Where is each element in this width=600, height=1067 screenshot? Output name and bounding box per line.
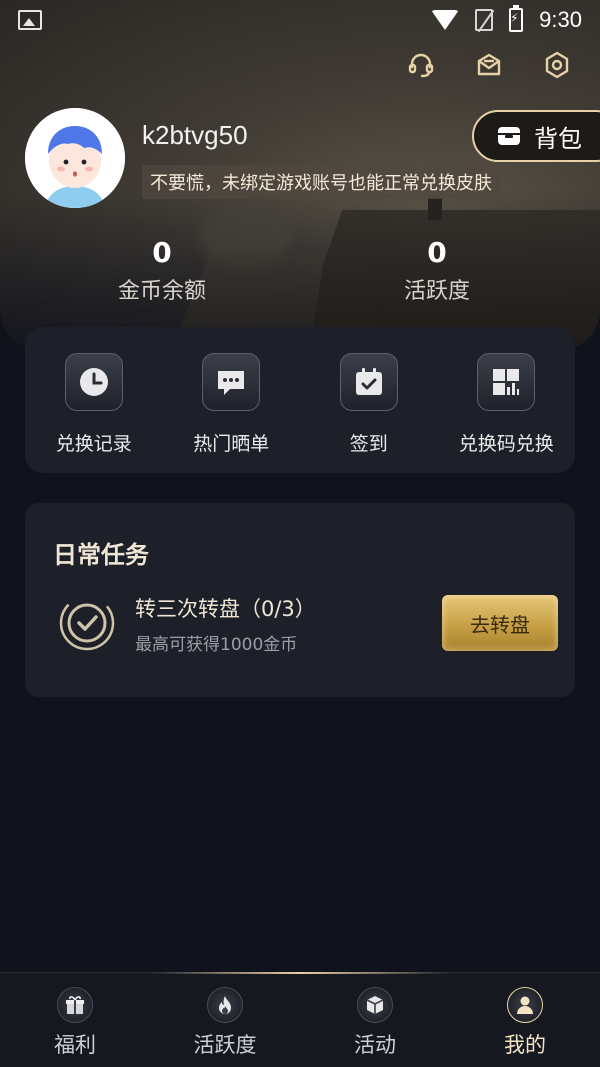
activity-stat[interactable]: 0 活跃度 [367, 236, 507, 305]
cube-icon [357, 987, 393, 1023]
backpack-icon [498, 127, 520, 145]
shortcut-label: 兑换码兑换 [458, 433, 554, 455]
shortcut-hot-showcase[interactable]: 热门晒单 [171, 353, 291, 473]
nav-activity-score[interactable]: 活跃度 [150, 973, 300, 1067]
customer-service-icon[interactable] [406, 50, 436, 80]
shortcut-check-in[interactable]: 签到 [309, 353, 429, 473]
image-notification-icon [18, 10, 42, 30]
daily-task-card: 日常任务 转三次转盘（0/3） 最高可获得1000金币 去转盘 [25, 503, 575, 697]
gift-icon [57, 987, 93, 1023]
coin-balance-label: 金币余额 [117, 279, 206, 304]
shortcut-label: 热门晒单 [193, 433, 270, 455]
settings-icon[interactable] [542, 50, 572, 80]
avatar-character-icon [25, 108, 125, 208]
username: k2btvg50 [142, 120, 248, 150]
nav-label: 我的 [504, 1033, 546, 1057]
backpack-label: 背包 [534, 124, 582, 153]
go-to-wheel-button[interactable]: 去转盘 [442, 595, 558, 651]
backpack-button[interactable]: 背包 [472, 110, 600, 162]
shortcut-redeem-code[interactable]: 兑换码兑换 [446, 353, 566, 473]
avatar[interactable] [25, 108, 125, 208]
nav-events[interactable]: 活动 [300, 973, 450, 1067]
clock-time: 9:30 [539, 7, 582, 32]
task-check-icon [55, 591, 119, 655]
task-reward: 最高可获得1000金币 [135, 635, 298, 655]
daily-task-title: 日常任务 [53, 541, 149, 569]
shortcut-panel: 兑换记录 热门晒单 签到 兑换码兑换 [25, 327, 575, 473]
battery-charging-icon [509, 5, 524, 32]
no-sim-icon [475, 9, 494, 31]
nav-label: 活动 [354, 1033, 396, 1057]
activity-label: 活跃度 [403, 279, 470, 304]
grid-code-icon [477, 353, 536, 411]
user-icon [507, 987, 543, 1023]
nav-mine[interactable]: 我的 [450, 973, 600, 1067]
coin-balance-stat[interactable]: 0 金币余额 [92, 236, 232, 305]
flame-icon [207, 987, 243, 1023]
mail-icon[interactable] [474, 50, 504, 80]
wifi-icon [431, 10, 460, 30]
bottom-navigation: 福利 活跃度 活动 我的 [0, 972, 600, 1067]
status-bar: 9:30 [0, 0, 600, 40]
shortcut-label: 兑换记录 [55, 433, 132, 455]
account-notice: 不要慌，未绑定游戏账号也能正常兑换皮肤 [142, 165, 500, 199]
header-actions [406, 50, 572, 80]
background-chimney [428, 198, 442, 220]
nav-label: 福利 [54, 1033, 96, 1057]
calendar-check-icon [339, 353, 398, 411]
activity-value: 0 [427, 236, 447, 269]
chat-bubble-icon [202, 353, 261, 411]
nav-label: 活跃度 [193, 1033, 257, 1057]
task-name: 转三次转盘（0/3） [135, 597, 316, 621]
nav-welfare[interactable]: 福利 [0, 973, 150, 1067]
coin-balance-value: 0 [152, 236, 172, 269]
clock-icon [64, 353, 123, 411]
shortcut-label: 签到 [349, 433, 388, 455]
shortcut-exchange-records[interactable]: 兑换记录 [34, 353, 154, 473]
